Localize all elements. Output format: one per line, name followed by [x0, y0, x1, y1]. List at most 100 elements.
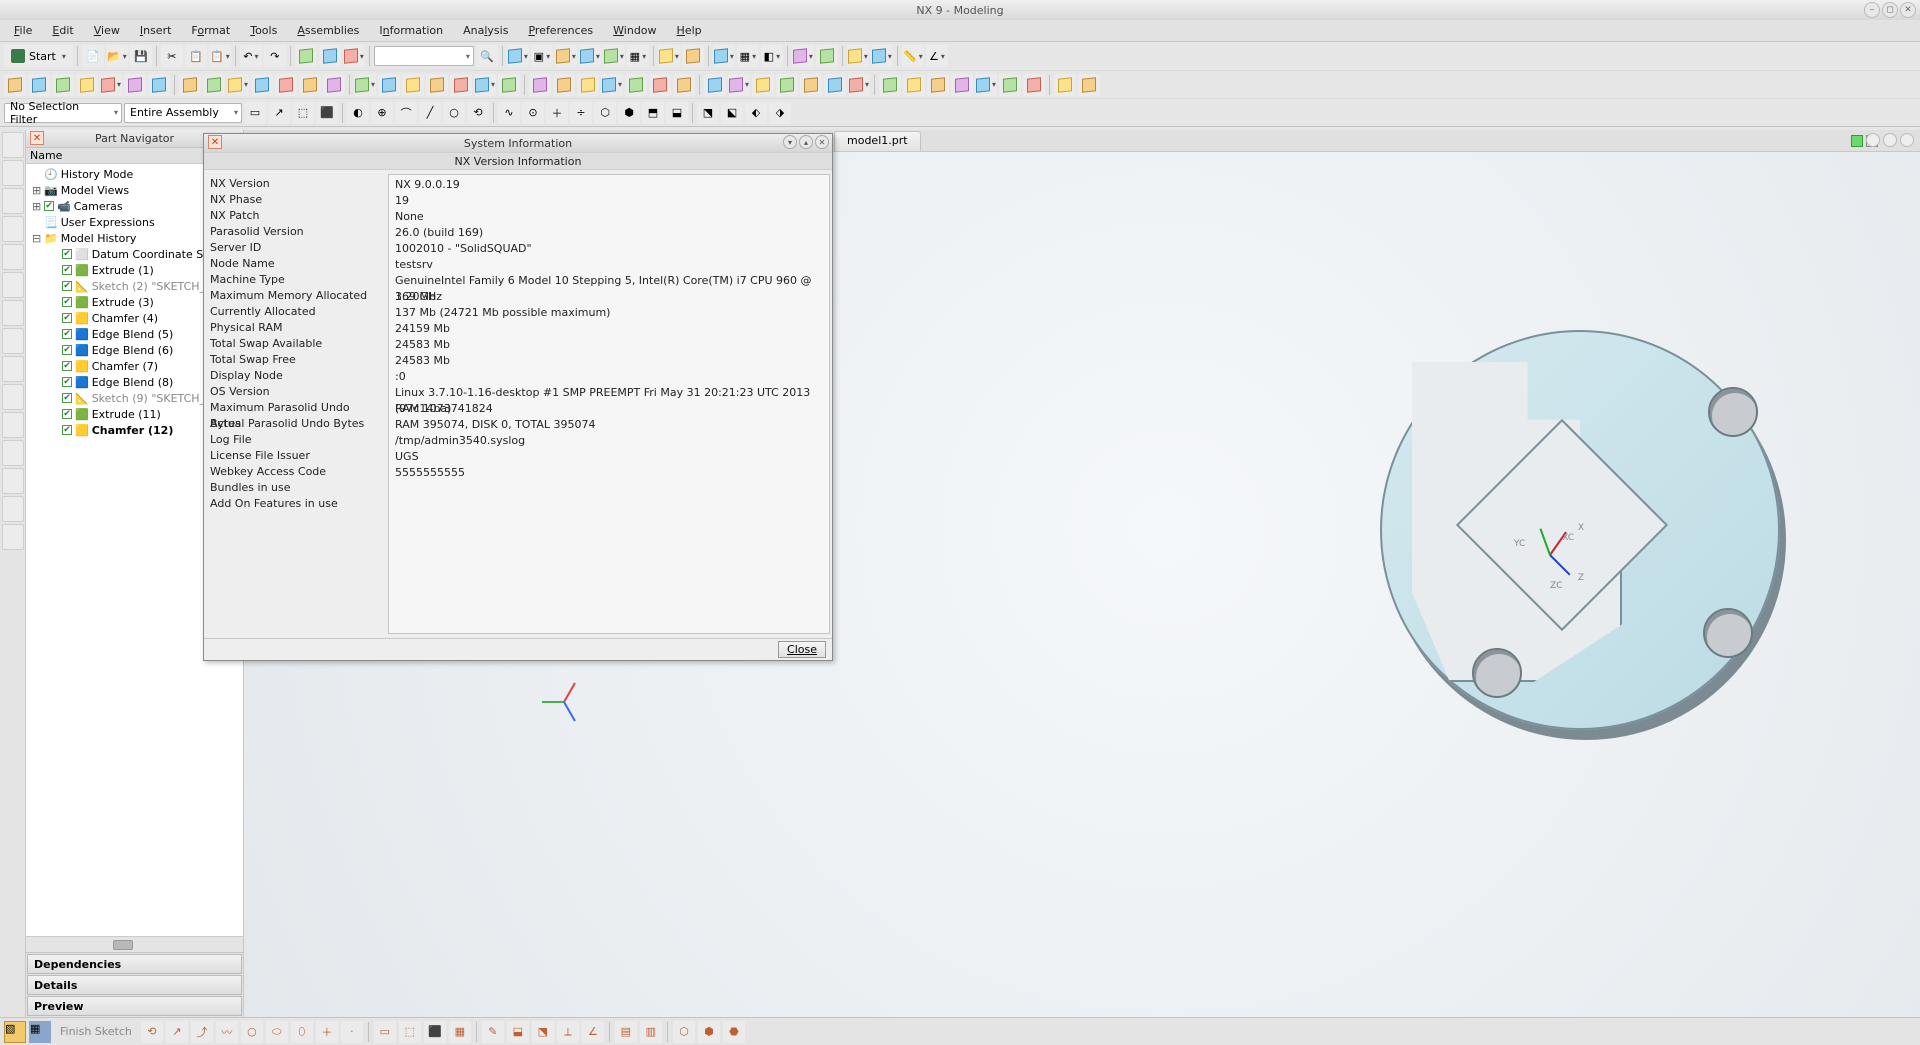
- selection-tool-button[interactable]: ⬕: [721, 102, 743, 124]
- tool-button[interactable]: [507, 45, 529, 67]
- sketch-tool-button[interactable]: ⬯: [291, 1021, 313, 1043]
- feature-tool-button[interactable]: [76, 74, 98, 96]
- window-close-button[interactable]: ✕: [1900, 2, 1916, 18]
- tool-button[interactable]: ∠: [926, 45, 948, 67]
- feature-tool-button[interactable]: [1078, 74, 1100, 96]
- close-button[interactable]: Close: [778, 641, 826, 658]
- checkbox-icon[interactable]: ✔: [62, 329, 72, 339]
- selection-tool-button[interactable]: ↗: [268, 102, 290, 124]
- menu-tools[interactable]: Tools: [242, 22, 285, 39]
- menu-help[interactable]: Help: [669, 22, 710, 39]
- tool-button[interactable]: [603, 45, 625, 67]
- new-button[interactable]: 📄: [82, 45, 104, 67]
- checkbox-icon[interactable]: ✔: [62, 393, 72, 403]
- selection-tool-button[interactable]: ⬗: [769, 102, 791, 124]
- feature-tool-button[interactable]: [402, 74, 424, 96]
- selection-tool-button[interactable]: ○: [443, 102, 465, 124]
- open-button[interactable]: 📂: [106, 45, 128, 67]
- viewport-close-button[interactable]: [1900, 133, 1914, 147]
- selection-tool-button[interactable]: ╱: [419, 102, 441, 124]
- feature-tool-button[interactable]: [498, 74, 520, 96]
- sketch-tool-button[interactable]: ▥: [640, 1021, 662, 1043]
- selection-tool-button[interactable]: ∿: [498, 102, 520, 124]
- paste-button[interactable]: 📋: [209, 45, 231, 67]
- selection-tool-button[interactable]: ⬖: [745, 102, 767, 124]
- checkbox-icon[interactable]: ✔: [62, 409, 72, 419]
- sketch-tool-button[interactable]: ↗: [166, 1021, 188, 1043]
- feature-tool-button[interactable]: [227, 74, 249, 96]
- menu-view[interactable]: View: [86, 22, 128, 39]
- tool-button[interactable]: [658, 45, 680, 67]
- dialog-maximize-button[interactable]: ▴: [799, 135, 813, 149]
- copy-button[interactable]: 📋: [185, 45, 207, 67]
- selection-tool-button[interactable]: ⬛: [316, 102, 338, 124]
- feature-tool-button[interactable]: [378, 74, 400, 96]
- window-minimize-button[interactable]: –: [1864, 2, 1880, 18]
- resource-tab-button[interactable]: [2, 440, 24, 466]
- feature-tool-button[interactable]: [100, 74, 122, 96]
- tool-button[interactable]: ▦: [737, 45, 759, 67]
- sketch-tool-button[interactable]: ⬔: [532, 1021, 554, 1043]
- checkbox-icon[interactable]: ✔: [62, 297, 72, 307]
- feature-tool-button[interactable]: [179, 74, 201, 96]
- feature-tool-button[interactable]: [529, 74, 551, 96]
- selection-tool-button[interactable]: ⬚: [292, 102, 314, 124]
- viewport-minimize-button[interactable]: [1866, 133, 1880, 147]
- feature-tool-button[interactable]: [1054, 74, 1076, 96]
- navigator-hscroll[interactable]: [26, 936, 243, 952]
- tool-button[interactable]: [816, 45, 838, 67]
- resource-tab-button[interactable]: [2, 468, 24, 494]
- feature-tool-button[interactable]: [728, 74, 750, 96]
- feature-tool-button[interactable]: [903, 74, 925, 96]
- command-finder[interactable]: [374, 46, 474, 66]
- sketch-tool-button[interactable]: ✎: [482, 1021, 504, 1043]
- menu-insert[interactable]: Insert: [132, 22, 180, 39]
- sketch-tool-button[interactable]: ▭: [374, 1021, 396, 1043]
- finish-sketch-button[interactable]: Finish Sketch: [54, 1022, 138, 1041]
- feature-tool-button[interactable]: [124, 74, 146, 96]
- feature-tool-button[interactable]: [704, 74, 726, 96]
- feature-tool-button[interactable]: [800, 74, 822, 96]
- resource-tab-button[interactable]: [2, 300, 24, 326]
- feature-tool-button[interactable]: [203, 74, 225, 96]
- checkbox-icon[interactable]: ✔: [62, 377, 72, 387]
- feature-tool-button[interactable]: [927, 74, 949, 96]
- sketch-env-button[interactable]: ▦: [29, 1021, 51, 1043]
- checkbox-icon[interactable]: ✔: [44, 201, 54, 211]
- col-name[interactable]: Name: [26, 148, 213, 163]
- feature-tool-button[interactable]: [824, 74, 846, 96]
- feature-tool-button[interactable]: [848, 74, 870, 96]
- dialog-titlebar[interactable]: ✕ System Information ▾ ▴ ✕: [204, 134, 832, 152]
- selection-tool-button[interactable]: ⬓: [666, 102, 688, 124]
- feature-tool-button[interactable]: [426, 74, 448, 96]
- checkbox-icon[interactable]: ✔: [62, 265, 72, 275]
- resource-tab-button[interactable]: [2, 524, 24, 550]
- dialog-sys-close-button[interactable]: ✕: [208, 135, 222, 149]
- dialog-minimize-button[interactable]: ▾: [783, 135, 797, 149]
- viewport-maximize-button[interactable]: [1883, 133, 1897, 147]
- dialog-close-button[interactable]: ✕: [815, 135, 829, 149]
- checkbox-icon[interactable]: ✔: [62, 361, 72, 371]
- selection-tool-button[interactable]: ◐: [347, 102, 369, 124]
- feature-tool-button[interactable]: [752, 74, 774, 96]
- sketch-task-button[interactable]: ▧: [4, 1021, 26, 1043]
- feature-tool-button[interactable]: [52, 74, 74, 96]
- navigator-close-button[interactable]: ✕: [30, 131, 44, 145]
- sketch-tool-button[interactable]: ＋: [316, 1021, 338, 1043]
- sketch-tool-button[interactable]: ▦: [449, 1021, 471, 1043]
- sketch-tool-button[interactable]: ○: [241, 1021, 263, 1043]
- feature-tool-button[interactable]: [148, 74, 170, 96]
- tool-button[interactable]: [295, 45, 317, 67]
- selection-tool-button[interactable]: ⬔: [697, 102, 719, 124]
- feature-tool-button[interactable]: [450, 74, 472, 96]
- redo-button[interactable]: ↷: [264, 45, 286, 67]
- expand-icon[interactable]: ⊞: [32, 184, 42, 197]
- menu-preferences[interactable]: Preferences: [520, 22, 601, 39]
- part-tab[interactable]: model1.prt: [834, 131, 921, 151]
- resource-tab-button[interactable]: [2, 188, 24, 214]
- sketch-tool-button[interactable]: 〰: [216, 1021, 238, 1043]
- tool-button[interactable]: ◧: [761, 45, 783, 67]
- tool-button[interactable]: [319, 45, 341, 67]
- resource-tab-button[interactable]: [2, 496, 24, 522]
- selection-tool-button[interactable]: ÷: [570, 102, 592, 124]
